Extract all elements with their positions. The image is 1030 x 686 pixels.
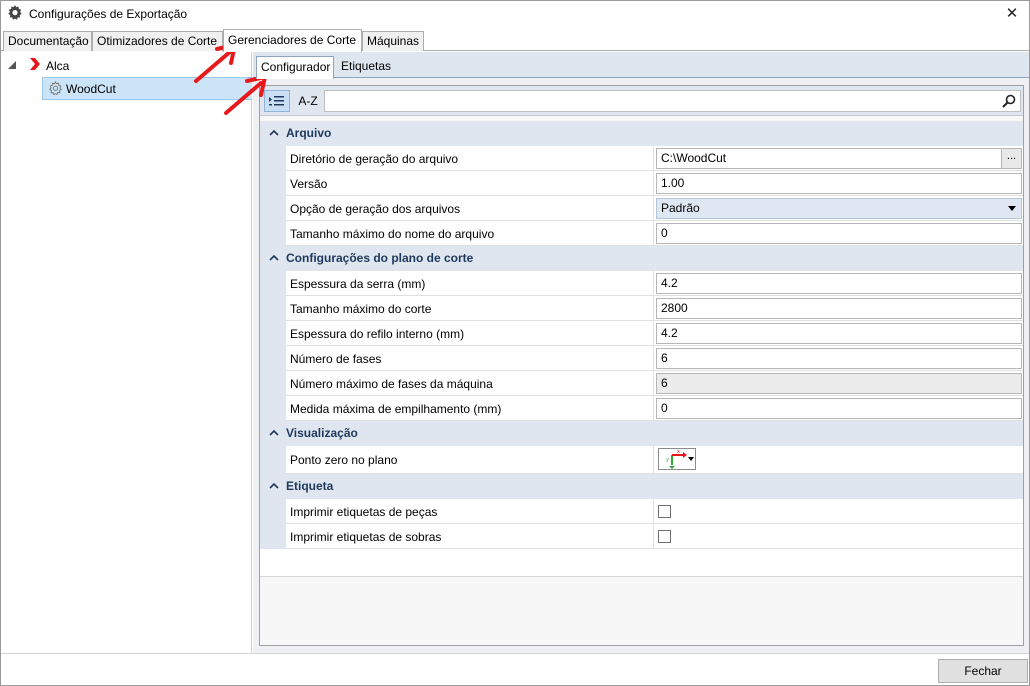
category-cutting-plan[interactable]: Configurações do plano de corte bbox=[260, 246, 1023, 271]
property-name: Tamanho máximo do nome do arquivo bbox=[290, 227, 495, 241]
max-filename-length-field[interactable]: 0 bbox=[656, 223, 1022, 244]
property-grid: A-Z Arquivo Diretório de geração do arqu… bbox=[259, 85, 1024, 646]
property-row: Opção de geração dos arquivos Padrão bbox=[260, 196, 1023, 221]
category-etiqueta[interactable]: Etiqueta bbox=[260, 474, 1023, 499]
tab-otimizadores-de-corte[interactable]: Otimizadores de Corte bbox=[92, 31, 223, 51]
axis-origin-icon: x y bbox=[666, 449, 694, 469]
generation-option-select[interactable]: Padrão bbox=[656, 198, 1022, 219]
collapse-chevron-icon[interactable] bbox=[269, 128, 279, 138]
categorized-list-icon bbox=[269, 96, 284, 106]
search-icon[interactable] bbox=[1002, 94, 1016, 108]
tree-item-woodcut[interactable]: WoodCut bbox=[42, 77, 252, 100]
tab-maquinas[interactable]: Máquinas bbox=[362, 31, 424, 51]
svg-text:y: y bbox=[666, 457, 669, 463]
category-label: Configurações do plano de corte bbox=[286, 251, 474, 265]
property-row: Número máximo de fases da máquina 6 bbox=[260, 371, 1023, 396]
machine-max-phases-field: 6 bbox=[656, 373, 1022, 394]
version-field[interactable]: 1.00 bbox=[656, 173, 1022, 194]
close-button[interactable]: Fechar bbox=[938, 659, 1028, 683]
svg-text:x: x bbox=[677, 449, 680, 455]
chevron-logo-icon bbox=[30, 58, 40, 70]
property-row: Diretório de geração do arquivo C:\WoodC… bbox=[260, 146, 1023, 171]
tree-root-alca[interactable]: Alca bbox=[46, 59, 69, 73]
saw-thickness-field[interactable]: 4.2 bbox=[656, 273, 1022, 294]
window-title: Configurações de Exportação bbox=[29, 7, 188, 21]
manager-tree: Alca WoodCut bbox=[1, 52, 252, 653]
property-row: Tamanho máximo do nome do arquivo 0 bbox=[260, 221, 1023, 246]
collapse-chevron-icon[interactable] bbox=[269, 481, 279, 491]
collapse-arrow-icon[interactable] bbox=[8, 61, 17, 70]
property-name: Opção de geração dos arquivos bbox=[290, 202, 461, 216]
print-leftover-labels-checkbox[interactable] bbox=[658, 530, 671, 543]
category-label: Visualização bbox=[286, 426, 358, 440]
property-rows: Arquivo Diretório de geração do arquivo … bbox=[260, 121, 1023, 577]
dialog-footer: Fechar bbox=[1, 653, 1029, 685]
category-label: Arquivo bbox=[286, 126, 332, 140]
internal-trim-thickness-field[interactable]: 4.2 bbox=[656, 323, 1022, 344]
property-row: Imprimir etiquetas de sobras bbox=[260, 524, 1023, 549]
property-name: Número máximo de fases da máquina bbox=[290, 377, 493, 391]
sub-tab-strip: Configurador Etiquetas bbox=[253, 52, 1029, 79]
property-name: Imprimir etiquetas de peças bbox=[290, 505, 438, 519]
gear-icon bbox=[49, 81, 62, 96]
export-settings-window: Configurações de Exportação ✕ Documentaç… bbox=[0, 0, 1030, 686]
dropdown-arrow-icon bbox=[1008, 206, 1016, 211]
max-cut-size-field[interactable]: 2800 bbox=[656, 298, 1022, 319]
output-directory-field[interactable]: C:\WoodCut ... bbox=[656, 148, 1022, 169]
property-row: Tamanho máximo do corte 2800 bbox=[260, 296, 1023, 321]
tab-configurador[interactable]: Configurador bbox=[256, 56, 334, 79]
tab-gerenciadores-de-corte[interactable]: Gerenciadores de Corte bbox=[223, 29, 362, 52]
category-arquivo[interactable]: Arquivo bbox=[260, 121, 1023, 146]
browse-button[interactable]: ... bbox=[1001, 149, 1021, 168]
property-name: Espessura do refilo interno (mm) bbox=[290, 327, 465, 341]
property-name: Diretório de geração do arquivo bbox=[290, 152, 459, 166]
top-tab-strip: Documentação Otimizadores de Corte Geren… bbox=[1, 29, 1029, 52]
categorized-view-button[interactable] bbox=[264, 90, 290, 112]
property-row: Versão 1.00 bbox=[260, 171, 1023, 196]
property-search-input[interactable] bbox=[324, 90, 1021, 112]
property-row: Medida máxima de empilhamento (mm) 0 bbox=[260, 396, 1023, 421]
category-visualizacao[interactable]: Visualização bbox=[260, 421, 1023, 446]
property-row: Número de fases 6 bbox=[260, 346, 1023, 371]
max-stacking-field[interactable]: 0 bbox=[656, 398, 1022, 419]
close-icon[interactable]: ✕ bbox=[995, 1, 1029, 27]
property-name: Ponto zero no plano bbox=[290, 453, 398, 467]
tree-item-label: WoodCut bbox=[66, 82, 116, 96]
property-row: Espessura da serra (mm) 4.2 bbox=[260, 271, 1023, 296]
collapse-chevron-icon[interactable] bbox=[269, 253, 279, 263]
alphabetical-view-button[interactable]: A-Z bbox=[294, 90, 322, 112]
category-label: Etiqueta bbox=[286, 479, 334, 493]
property-grid-toolbar: A-Z bbox=[260, 86, 1023, 116]
phase-count-field[interactable]: 6 bbox=[656, 348, 1022, 369]
property-name: Espessura da serra (mm) bbox=[290, 277, 426, 291]
collapse-chevron-icon[interactable] bbox=[269, 428, 279, 438]
property-name: Medida máxima de empilhamento (mm) bbox=[290, 402, 502, 416]
property-name: Número de fases bbox=[290, 352, 382, 366]
tab-documentacao[interactable]: Documentação bbox=[3, 31, 92, 51]
origin-point-select[interactable]: x y bbox=[658, 448, 696, 470]
gear-icon bbox=[8, 5, 22, 20]
manager-config-panel: Configurador Etiquetas A-Z Arquivo Diret… bbox=[253, 52, 1029, 653]
property-name: Versão bbox=[290, 177, 328, 191]
property-row: Ponto zero no plano x y bbox=[260, 446, 1023, 474]
property-name: Tamanho máximo do corte bbox=[290, 302, 432, 316]
title-bar: Configurações de Exportação ✕ bbox=[1, 1, 1029, 27]
print-piece-labels-checkbox[interactable] bbox=[658, 505, 671, 518]
description-area bbox=[260, 549, 1023, 577]
property-name: Imprimir etiquetas de sobras bbox=[290, 530, 442, 544]
property-row: Espessura do refilo interno (mm) 4.2 bbox=[260, 321, 1023, 346]
property-row: Imprimir etiquetas de peças bbox=[260, 499, 1023, 524]
tab-etiquetas[interactable]: Etiquetas bbox=[337, 56, 393, 78]
